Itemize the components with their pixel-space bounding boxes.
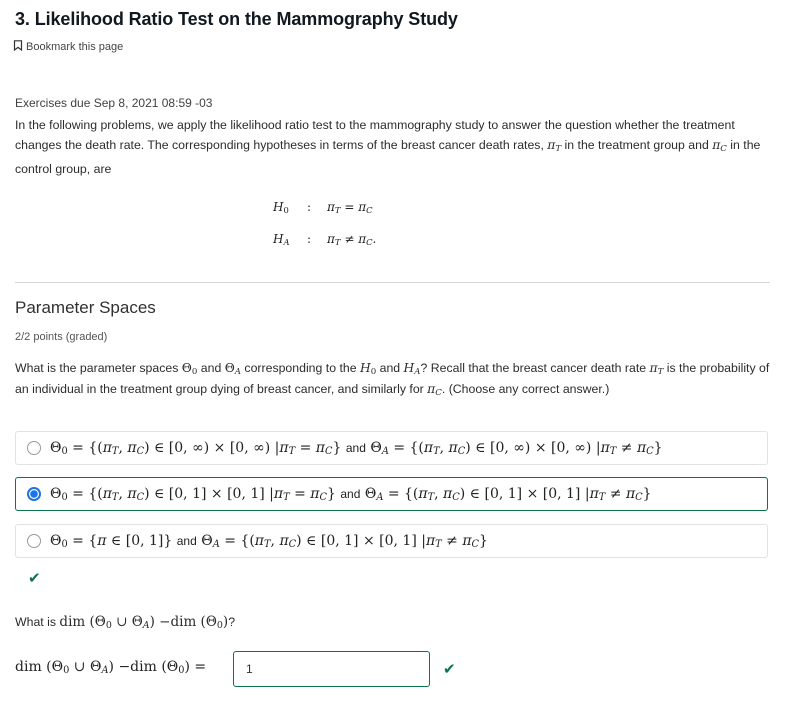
radio-button[interactable]	[27, 441, 41, 455]
problem-title: Parameter Spaces	[15, 298, 156, 317]
section-divider	[15, 282, 770, 283]
hypothesis-alternative: HA : πT ≠ πC.	[273, 232, 377, 247]
answer-label: dim (Θ0 ∪ ΘA) −dim (Θ0) =	[15, 659, 207, 676]
choice-option-3[interactable]: Θ0 = {π ∈ [0, 1]} and ΘA = {(πT, πC) ∈ […	[15, 524, 768, 558]
intro-paragraph: In the following problems, we apply the …	[15, 118, 761, 176]
choice-label: Θ0 = {(πT, πC) ∈ [0, 1] × [0, 1] |πT = π…	[50, 485, 652, 503]
question-2-text: What is dim (Θ0 ∪ ΘA) −dim (Θ0)?	[15, 614, 236, 631]
bookmark-icon	[13, 40, 23, 54]
choice-label: Θ0 = {(πT, πC) ∈ [0, ∞) × [0, ∞) |πT = π…	[50, 439, 663, 457]
hypothesis-null: H0 : πT = πC	[273, 200, 373, 215]
bookmark-button[interactable]: Bookmark this page	[13, 40, 123, 54]
choice-label: Θ0 = {π ∈ [0, 1]} and ΘA = {(πT, πC) ∈ […	[50, 532, 488, 550]
checkmark-icon: ✔	[443, 661, 456, 678]
choice-option-2[interactable]: Θ0 = {(πT, πC) ∈ [0, 1] × [0, 1] |πT = π…	[15, 477, 768, 511]
radio-button[interactable]	[27, 534, 41, 548]
radio-button-selected[interactable]	[27, 487, 41, 501]
bookmark-label: Bookmark this page	[26, 41, 124, 53]
pi-t-symbol: πT	[547, 138, 562, 154]
answer-input[interactable]	[233, 651, 430, 687]
choice-option-1[interactable]: Θ0 = {(πT, πC) ∈ [0, ∞) × [0, ∞) |πT = π…	[15, 431, 768, 465]
checkmark-icon: ✔	[28, 570, 41, 587]
points-label: 2/2 points (graded)	[15, 331, 108, 343]
question-text: What is the parameter spaces Θ0 and ΘA c…	[15, 361, 770, 398]
pi-c-symbol: πC	[712, 138, 727, 154]
page-title: 3. Likelihood Ratio Test on the Mammogra…	[15, 9, 458, 29]
due-date: Exercises due Sep 8, 2021 08:59 -03	[15, 96, 213, 110]
